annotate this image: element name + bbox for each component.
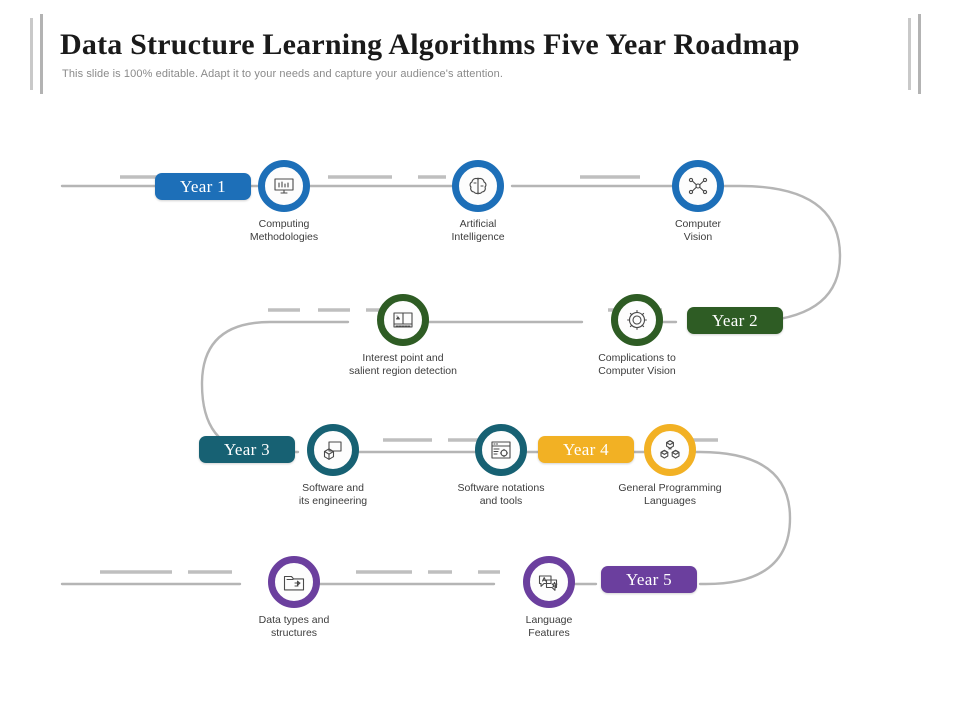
- roadmap-node-label: Interest point and salient region detect…: [349, 352, 457, 377]
- roadmap-node[interactable]: Data types and structures: [259, 556, 329, 639]
- roadmap-node[interactable]: Software notations and tools: [458, 424, 544, 507]
- roadmap-node[interactable]: Interest point and salient region detect…: [349, 294, 457, 377]
- year-badge-label: Year 2: [712, 310, 758, 330]
- roadmap-node[interactable]: Complications to Computer Vision: [598, 294, 676, 377]
- network-icon: [672, 160, 724, 212]
- roadmap-node-label: Software notations and tools: [457, 482, 545, 507]
- package-icon: [307, 424, 359, 476]
- roadmap-node[interactable]: Software and its engineering: [299, 424, 367, 507]
- roadmap-node[interactable]: General Programming Languages: [618, 424, 722, 507]
- chat-icon: [523, 556, 575, 608]
- cubes-icon: [644, 424, 696, 476]
- roadmap-node-label: Complications to Computer Vision: [598, 352, 676, 377]
- roadmap-node[interactable]: Artificial Intelligence: [451, 160, 505, 243]
- roadmap-node-label: Computer Vision: [674, 218, 722, 243]
- roadmap-node-label: Language Features: [525, 614, 573, 639]
- year-badge-label: Year 3: [224, 439, 270, 459]
- roadmap-node-label: General Programming Languages: [618, 482, 722, 507]
- roadmap-node[interactable]: Computing Methodologies: [250, 160, 318, 243]
- roadmap-node-label: Artificial Intelligence: [451, 218, 505, 243]
- brain-icon: [452, 160, 504, 212]
- year-badge-label: Year 1: [180, 176, 226, 196]
- roadmap-node-label: Data types and structures: [258, 614, 330, 639]
- monitor-icon: [258, 160, 310, 212]
- gear-icon: [611, 294, 663, 346]
- roadmap-node-label: Computing Methodologies: [249, 218, 319, 243]
- roadmap-node[interactable]: Computer Vision: [672, 160, 724, 243]
- year-badge-1[interactable]: Year 1: [155, 173, 251, 200]
- year-badge-label: Year 4: [563, 439, 609, 459]
- folder-icon: [268, 556, 320, 608]
- year-badge-2[interactable]: Year 2: [687, 307, 783, 334]
- image-detect-icon: [377, 294, 429, 346]
- slide-canvas: Data Structure Learning Algorithms Five …: [0, 0, 960, 720]
- roadmap-node-label: Software and its engineering: [298, 482, 368, 507]
- notation-icon: [475, 424, 527, 476]
- roadmap-node[interactable]: Language Features: [523, 556, 575, 639]
- year-badge-4[interactable]: Year 4: [538, 436, 634, 463]
- year-badge-3[interactable]: Year 3: [199, 436, 295, 463]
- year-badge-5[interactable]: Year 5: [601, 566, 697, 593]
- year-badge-label: Year 5: [626, 569, 672, 589]
